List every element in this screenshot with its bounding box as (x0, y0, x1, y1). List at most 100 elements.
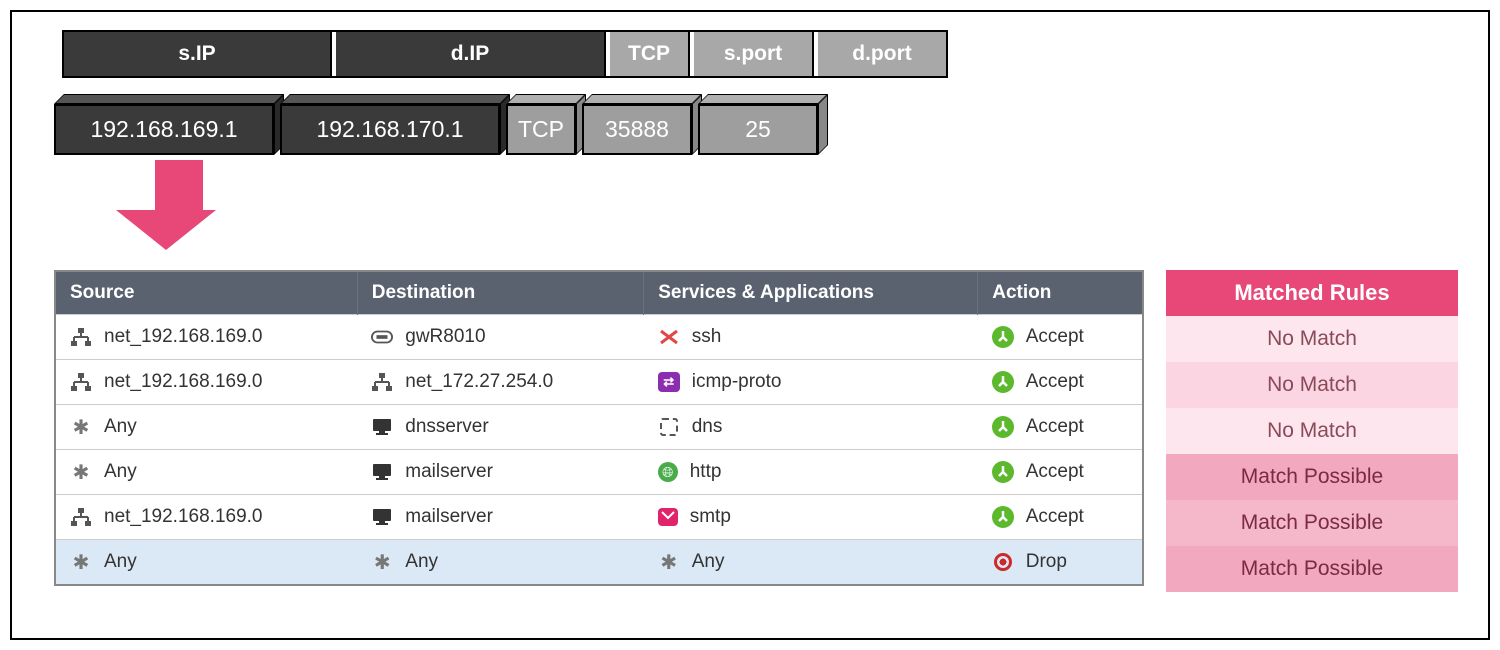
any-icon: ✱ (70, 417, 92, 437)
table-cell-svc: 🌐︎ http (644, 450, 978, 495)
cell-text: ssh (692, 326, 722, 348)
table-row: ✱ Any ✱ Any ✱ Any Drop (55, 540, 1143, 586)
accept-icon (992, 506, 1014, 528)
table-row: ✱Any mailserver 🌐︎ http Accept (55, 450, 1143, 495)
table-cell-action: Accept (978, 450, 1143, 495)
network-icon (371, 372, 393, 392)
rules-header-cell: Services & Applications (644, 271, 978, 315)
ssh-icon (658, 327, 680, 347)
matched-row: No Match (1166, 316, 1458, 362)
cell-text: net_172.27.254.0 (405, 371, 553, 393)
packet-value: 192.168.169.1 (54, 104, 274, 155)
accept-icon (992, 461, 1014, 483)
table-cell-dest: dnsserver (357, 405, 643, 450)
packet-header-cell: d.IP (336, 32, 606, 76)
table-cell-svc: smtp (644, 495, 978, 540)
cell-text: gwR8010 (405, 326, 485, 348)
cell-text: Accept (1026, 506, 1084, 528)
packet-header-row: s.IPd.IPTCPs.portd.port (62, 30, 948, 78)
table-cell-action: Accept (978, 360, 1143, 405)
accept-icon (992, 416, 1014, 438)
table-cell-dest: mailserver (357, 450, 643, 495)
table-cell-svc: ⇄ icmp-proto (644, 360, 978, 405)
cell-text: dns (692, 416, 723, 438)
cell-text: Accept (1026, 326, 1084, 348)
packet-header-cell: s.IP (62, 32, 332, 76)
cell-text: net_192.168.169.0 (104, 326, 263, 348)
accept-icon (992, 326, 1014, 348)
table-row: net_192.168.169.0 mailserver smtp Accept (55, 495, 1143, 540)
any-icon: ✱ (70, 462, 92, 482)
cell-text: net_192.168.169.0 (104, 371, 263, 393)
table-cell-svc: dns (644, 405, 978, 450)
packet-value: 25 (698, 104, 818, 155)
accept-icon (992, 371, 1014, 393)
cell-text: mailserver (405, 506, 493, 528)
cell-text: Any (405, 551, 438, 573)
packet-value: 35888 (582, 104, 692, 155)
cell-text: Any (692, 551, 725, 573)
table-cell-dest: gwR8010 (357, 315, 643, 360)
cell-text: Accept (1026, 371, 1084, 393)
icmp-icon: ⇄ (658, 372, 680, 392)
drop-icon (992, 552, 1014, 572)
globe-icon: 🌐︎ (658, 462, 678, 482)
cell-text: http (690, 461, 722, 483)
table-cell-action: Drop (978, 540, 1143, 586)
table-cell-svc: ssh (644, 315, 978, 360)
cell-text: Drop (1026, 551, 1067, 573)
packet-value: 192.168.170.1 (280, 104, 500, 155)
host-icon (371, 462, 393, 482)
table-cell-svc: ✱ Any (644, 540, 978, 586)
rules-header-cell: Destination (357, 271, 643, 315)
table-row: net_192.168.169.0 gwR8010 ssh Accept (55, 315, 1143, 360)
matched-row: Match Possible (1166, 500, 1458, 546)
table-cell-dest: mailserver (357, 495, 643, 540)
gateway-icon (371, 327, 393, 347)
table-cell-source: net_192.168.169.0 (55, 360, 357, 405)
cell-text: smtp (690, 506, 731, 528)
table-row: net_192.168.169.0 net_172.27.254.0 ⇄ icmp-p… (55, 360, 1143, 405)
packet-value-box: 35888 (582, 104, 692, 155)
cell-text: mailserver (405, 461, 493, 483)
dns-icon (658, 417, 680, 437)
packet-value-box: 25 (698, 104, 818, 155)
host-icon (371, 417, 393, 437)
mail-icon (658, 508, 678, 526)
packet-value-box: TCP (506, 104, 576, 155)
network-icon (70, 507, 92, 527)
table-cell-source: ✱ Any (55, 540, 357, 586)
table-cell-source: ✱Any (55, 450, 357, 495)
table-row: ✱ Any dnsserver dns Accept (55, 405, 1143, 450)
matched-row: Match Possible (1166, 546, 1458, 592)
packet-value: TCP (506, 104, 576, 155)
flow-arrow-icon (142, 160, 216, 250)
table-cell-action: Accept (978, 495, 1143, 540)
packet-header-cell: s.port (694, 32, 814, 76)
network-icon (70, 327, 92, 347)
matched-rules-panel: Matched Rules No MatchNo MatchNo MatchMa… (1166, 270, 1458, 592)
any-icon: ✱ (371, 552, 393, 572)
packet-header-cell: TCP (610, 32, 690, 76)
table-cell-source: ✱ Any (55, 405, 357, 450)
packet-value-box: 192.168.169.1 (54, 104, 274, 155)
table-cell-dest: net_172.27.254.0 (357, 360, 643, 405)
cell-text: Any (104, 551, 137, 573)
cell-text: Accept (1026, 461, 1084, 483)
diagram-canvas: s.IPd.IPTCPs.portd.port 192.168.169.1192… (10, 10, 1490, 640)
table-cell-source: net_192.168.169.0 (55, 315, 357, 360)
rules-header-cell: Action (978, 271, 1143, 315)
rules-header-cell: Source (55, 271, 357, 315)
packet-header-cell: d.port (818, 32, 948, 76)
cell-text: Any (104, 416, 137, 438)
cell-text: Accept (1026, 416, 1084, 438)
table-cell-source: net_192.168.169.0 (55, 495, 357, 540)
cell-text: icmp-proto (692, 371, 782, 393)
cell-text: dnsserver (405, 416, 488, 438)
table-cell-action: Accept (978, 315, 1143, 360)
any-icon: ✱ (70, 552, 92, 572)
matched-row: No Match (1166, 362, 1458, 408)
matched-rules-title: Matched Rules (1166, 270, 1458, 316)
cell-text: net_192.168.169.0 (104, 506, 263, 528)
any-icon: ✱ (658, 552, 680, 572)
